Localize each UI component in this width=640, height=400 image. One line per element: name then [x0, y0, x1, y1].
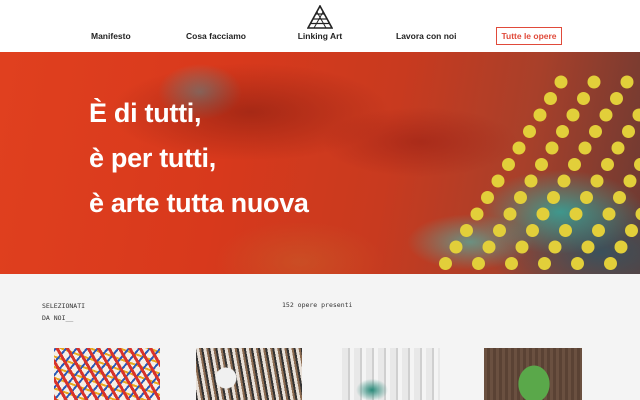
artwork-thumbnail-1[interactable] [54, 348, 160, 400]
selection-label: SELEZIONATI DA NOI__ [42, 300, 85, 324]
nav-manifesto[interactable]: Manifesto [91, 31, 131, 41]
selection-label-line-1: SELEZIONATI [42, 302, 86, 310]
artwork-thumbnail-2[interactable] [196, 348, 302, 400]
hero-banner: È di tutti, è per tutti, è arte tutta nu… [0, 52, 640, 274]
selection-label-line-2: DA NOI__ [42, 314, 74, 322]
hero-line-2: è per tutti, [89, 143, 216, 173]
works-count: 152 opere presenti [282, 301, 353, 309]
logo-icon [307, 5, 333, 29]
logo[interactable]: Linking Art [290, 5, 350, 49]
artwork-thumbnail-3[interactable] [342, 348, 440, 400]
artwork-thumbnail-4[interactable] [484, 348, 582, 400]
site-header: Manifesto Cosa facciamo Linking Art Lavo… [0, 0, 640, 52]
nav-lavora-con-noi[interactable]: Lavora con noi [396, 31, 456, 41]
hero-line-3: è arte tutta nuova [89, 188, 309, 218]
all-works-button[interactable]: Tutte le opere [496, 27, 562, 45]
logo-text: Linking Art [297, 31, 343, 41]
hero-line-1: È di tutti, [89, 98, 202, 128]
nav-cosa-facciamo[interactable]: Cosa facciamo [186, 31, 246, 41]
